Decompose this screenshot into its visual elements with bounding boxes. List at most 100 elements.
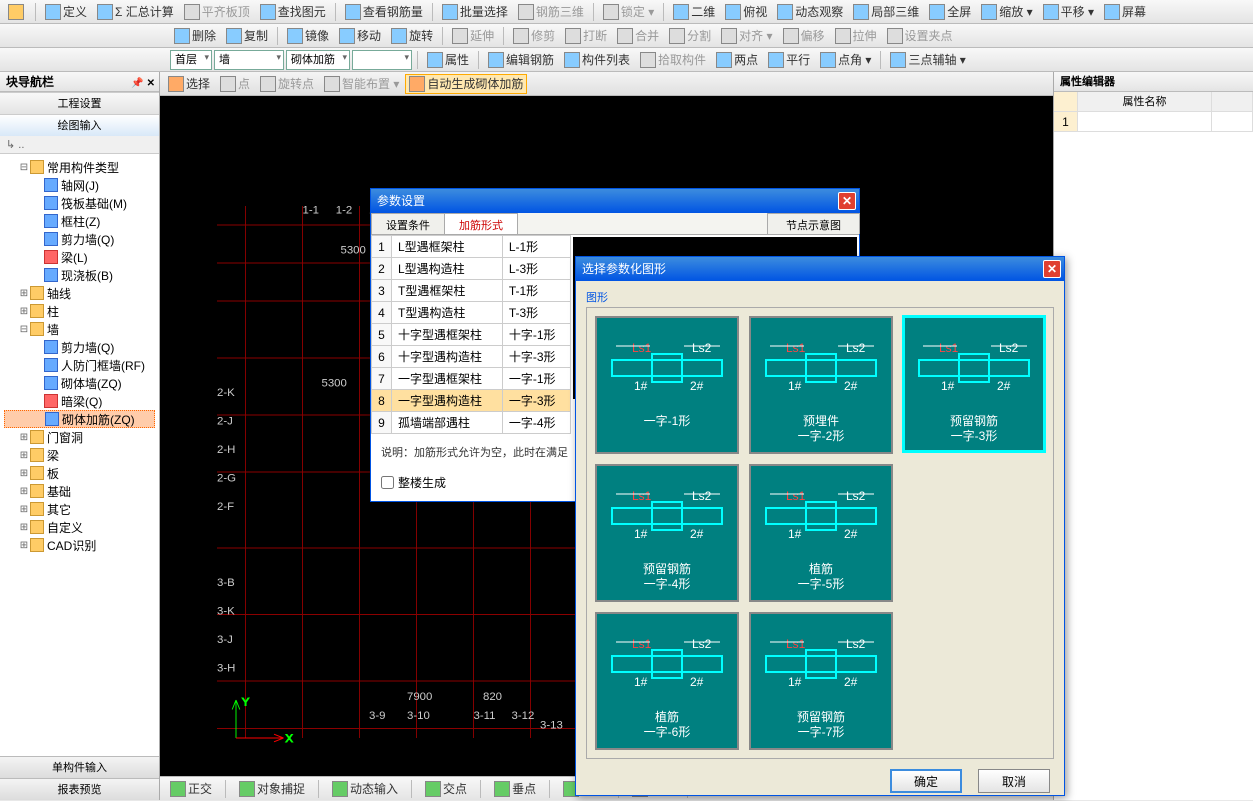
sub-dropdown[interactable]	[352, 50, 412, 70]
view-rebar-button[interactable]: 查看钢筋量	[341, 2, 427, 22]
sum-calc-button[interactable]: Σ 汇总计算	[93, 2, 178, 22]
tree-item[interactable]: ⊞其它	[4, 500, 155, 518]
status-动态输入[interactable]: 动态输入	[328, 779, 402, 799]
shape-card[interactable]: Ls1 Ls2 1# 2# 预留钢筋一字-4形	[595, 464, 739, 602]
top-view-button[interactable]: 俯视	[721, 2, 771, 22]
rot-pt-button[interactable]: 旋转点	[256, 74, 318, 94]
find-elem-button[interactable]: 查找图元	[256, 2, 330, 22]
move-button[interactable]: 移动	[335, 26, 385, 46]
status-正交[interactable]: 正交	[166, 779, 216, 799]
tab-node-diagram[interactable]: 节点示意图	[767, 213, 860, 234]
define-button[interactable]: 定义	[41, 2, 91, 22]
expander-icon[interactable]: ⊞	[18, 432, 30, 443]
shape-close-icon[interactable]: ✕	[1043, 260, 1061, 278]
param-row[interactable]: 3T型遇框架柱T-1形	[372, 280, 571, 302]
home-icon[interactable]	[4, 2, 30, 22]
tree-item[interactable]: ⊞板	[4, 464, 155, 482]
merge-button[interactable]: 合并	[613, 26, 663, 46]
status-垂点[interactable]: 垂点	[490, 779, 540, 799]
fullscreen-button[interactable]: 全屏	[925, 2, 975, 22]
split-button[interactable]: 分割	[665, 26, 715, 46]
pin-icon[interactable]: 📌 ✕	[131, 74, 155, 94]
copy-button[interactable]: 复制	[222, 26, 272, 46]
param-row[interactable]: 5十字型遇框架柱十字-1形	[372, 324, 571, 346]
tab-reinforce-form[interactable]: 加筋形式	[444, 213, 518, 234]
screen-button[interactable]: 屏幕	[1100, 2, 1150, 22]
local-3d-button[interactable]: 局部三维	[849, 2, 923, 22]
zoom-button[interactable]: 缩放 ▾	[977, 2, 1036, 22]
param-row[interactable]: 8一字型遇构造柱一字-3形	[372, 390, 571, 412]
shape-card[interactable]: Ls1 Ls2 1# 2# 预埋件一字-2形	[749, 316, 893, 454]
status-交点[interactable]: 交点	[421, 779, 471, 799]
shape-card[interactable]: Ls1 Ls2 1# 2# 预留钢筋一字-7形	[749, 612, 893, 750]
point-button[interactable]: 点	[216, 74, 254, 94]
select-button[interactable]: 选择	[164, 74, 214, 94]
param-row[interactable]: 1L型遇框架柱L-1形	[372, 236, 571, 258]
grip-button[interactable]: 设置夹点	[883, 26, 957, 46]
param-close-icon[interactable]: ✕	[838, 192, 856, 210]
tree-item[interactable]: ⊞柱	[4, 302, 155, 320]
tree-item[interactable]: ⊞轴线	[4, 284, 155, 302]
expander-icon[interactable]: ⊞	[18, 450, 30, 461]
prop-row-1[interactable]: 1	[1054, 112, 1078, 131]
tree-item[interactable]: 框柱(Z)	[4, 212, 155, 230]
parallel-button[interactable]: 平行	[764, 50, 814, 70]
tab-conditions[interactable]: 设置条件	[371, 213, 445, 234]
rotate-button[interactable]: 旋转	[387, 26, 437, 46]
checkbox-input[interactable]	[381, 476, 394, 489]
tree-item[interactable]: 轴网(J)	[4, 176, 155, 194]
batch-select-button[interactable]: 批量选择	[438, 2, 512, 22]
tree-item[interactable]: ⊞基础	[4, 482, 155, 500]
expander-icon[interactable]: ⊞	[18, 468, 30, 479]
param-dialog-title[interactable]: 参数设置 ✕	[371, 189, 859, 213]
mirror-button[interactable]: 镜像	[283, 26, 333, 46]
point-angle-button[interactable]: 点角 ▾	[816, 50, 875, 70]
orbit-button[interactable]: 动态观察	[773, 2, 847, 22]
tree-item[interactable]: ⊞CAD识别	[4, 536, 155, 554]
expander-icon[interactable]: ⊞	[18, 288, 30, 299]
align-slab-button[interactable]: 平齐板顶	[180, 2, 254, 22]
auto-gen-masonry-button[interactable]: 自动生成砌体加筋	[405, 74, 527, 94]
delete-button[interactable]: 删除	[170, 26, 220, 46]
tree-item[interactable]: ⊟常用构件类型	[4, 158, 155, 176]
two-pt-button[interactable]: 两点	[712, 50, 762, 70]
tree-item[interactable]: ⊟墙	[4, 320, 155, 338]
smart-layout-button[interactable]: 智能布置 ▾	[320, 74, 403, 94]
rebar-3d-button[interactable]: 钢筋三维	[514, 2, 588, 22]
param-row[interactable]: 4T型遇构造柱T-3形	[372, 302, 571, 324]
type-dropdown[interactable]: 砌体加筋	[286, 50, 350, 70]
tab-draw-input[interactable]: 绘图输入	[0, 114, 159, 136]
2d-button[interactable]: 二维	[669, 2, 719, 22]
tree-item[interactable]: ⊞自定义	[4, 518, 155, 536]
tree-item[interactable]: 筏板基础(M)	[4, 194, 155, 212]
param-row[interactable]: 2L型遇构造柱L-3形	[372, 258, 571, 280]
edit-rebar-button[interactable]: 编辑钢筋	[484, 50, 558, 70]
tree-item[interactable]: ⊞梁	[4, 446, 155, 464]
tab-project-settings[interactable]: 工程设置	[0, 92, 159, 114]
expander-icon[interactable]: ⊞	[18, 522, 30, 533]
shape-card[interactable]: Ls1 Ls2 1# 2# 植筋一字-5形	[749, 464, 893, 602]
break-button[interactable]: 打断	[561, 26, 611, 46]
ok-button[interactable]: 确定	[890, 769, 962, 793]
props-button[interactable]: 属性	[423, 50, 473, 70]
expander-icon[interactable]: ⊟	[18, 324, 30, 335]
offset-button[interactable]: 偏移	[779, 26, 829, 46]
floor-dropdown[interactable]: 首层	[170, 50, 212, 70]
expander-icon[interactable]: ⊟	[18, 162, 30, 173]
pick-comp-button[interactable]: 拾取构件	[636, 50, 710, 70]
tree-item[interactable]: 现浇板(B)	[4, 266, 155, 284]
comp-list-button[interactable]: 构件列表	[560, 50, 634, 70]
tree-item[interactable]: 砌体墙(ZQ)	[4, 374, 155, 392]
pan-button[interactable]: 平移 ▾	[1039, 2, 1098, 22]
expander-icon[interactable]: ⊞	[18, 306, 30, 317]
tree-item[interactable]: 梁(L)	[4, 248, 155, 266]
extend-button[interactable]: 延伸	[448, 26, 498, 46]
stretch-button[interactable]: 拉伸	[831, 26, 881, 46]
tab-single-input[interactable]: 单构件输入	[0, 756, 159, 778]
shape-card[interactable]: Ls1 Ls2 1# 2# 预留钢筋一字-3形	[902, 315, 1046, 453]
tree-item[interactable]: 剪力墙(Q)	[4, 338, 155, 356]
tab-report-preview[interactable]: 报表预览	[0, 778, 159, 800]
expander-icon[interactable]: ⊞	[18, 540, 30, 551]
shape-card[interactable]: Ls1 Ls2 1# 2# 植筋一字-6形	[595, 612, 739, 750]
three-pt-button[interactable]: 三点辅轴 ▾	[886, 50, 969, 70]
